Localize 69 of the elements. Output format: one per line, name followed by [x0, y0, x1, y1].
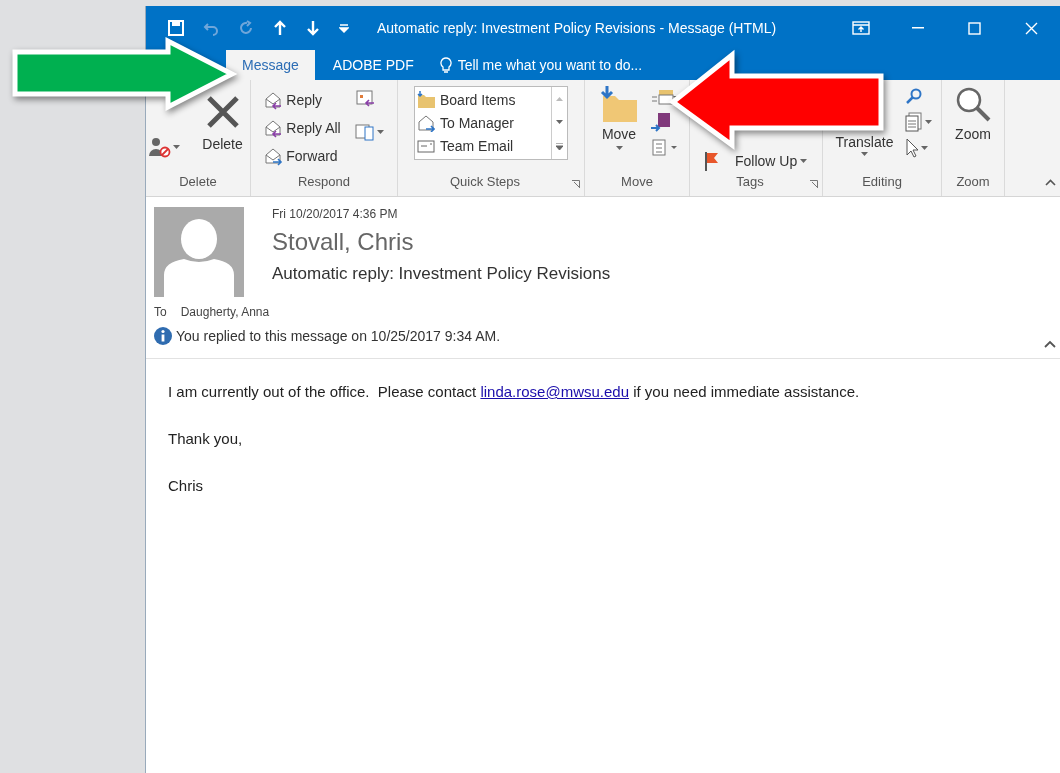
- caret-icon[interactable]: [925, 120, 933, 124]
- ribbon-button[interactable]: Reply: [264, 86, 341, 114]
- flag-icon: [704, 151, 718, 171]
- quick-steps-gallery[interactable]: Board Items To Manager Team Email: [414, 86, 568, 160]
- quick-step-item[interactable]: To Manager: [417, 111, 549, 135]
- ribbon-button[interactable]: Reply All: [264, 114, 341, 142]
- group-label: Delete: [179, 174, 217, 191]
- lightbulb-icon: [439, 56, 452, 74]
- maximize-icon: [968, 21, 981, 35]
- folder-icon: [417, 91, 435, 110]
- message-subject: Automatic reply: Investment Policy Revisions: [272, 264, 611, 284]
- up-arrow-icon[interactable]: [273, 20, 287, 36]
- customize-icon[interactable]: [339, 23, 349, 33]
- folder-icon: [599, 86, 639, 122]
- ribbon-button[interactable]: Forward: [264, 142, 341, 170]
- minimize-icon: [911, 27, 924, 29]
- recipient-name[interactable]: Daugherty, Anna: [180, 305, 270, 319]
- delete-x-icon: [204, 94, 241, 130]
- window-title: Automatic reply: Investment Policy Revisions - Message (HTML): [376, 20, 778, 36]
- quick-step-item[interactable]: Board Items: [417, 89, 549, 112]
- caret-icon[interactable]: [173, 145, 181, 149]
- body-text: Thank you,: [168, 429, 244, 449]
- body-text: Chris: [168, 476, 204, 496]
- group-label: Editing: [862, 174, 902, 191]
- forward-icon: [264, 146, 284, 166]
- zoom-button[interactable]: Zoom: [951, 86, 995, 142]
- reply-all-icon: [264, 118, 284, 138]
- magnifier-icon: [955, 86, 991, 122]
- ribbon-tab[interactable]: Message: [226, 50, 315, 80]
- caret-icon[interactable]: [921, 146, 929, 150]
- meeting-reply-icon[interactable]: [354, 88, 375, 108]
- caret-icon[interactable]: [861, 152, 868, 156]
- envelope-icon: [417, 114, 435, 132]
- scroll-down-icon[interactable]: [556, 119, 563, 124]
- caret-icon[interactable]: [376, 130, 384, 134]
- info-message: You replied to this message on 10/25/2017 9:34 AM.: [176, 328, 501, 344]
- email-link[interactable]: linda.rose@mwsu.edu: [480, 383, 630, 400]
- group-label: Respond: [297, 174, 350, 191]
- delete-button[interactable]: Delete: [198, 94, 247, 152]
- body-text: I am currently out of the office. Please contact linda.rose@mwsu.edu if you need immediate assistance.: [168, 382, 861, 402]
- group-label: Zoom: [956, 174, 990, 191]
- close-icon: [1025, 21, 1038, 35]
- dialog-launcher-icon[interactable]: [810, 180, 818, 188]
- group-label: Tags: [735, 174, 765, 191]
- tell-me-field[interactable]: Tell me what you want to do...: [457, 57, 643, 73]
- down-arrow-icon[interactable]: [306, 20, 320, 36]
- translate-button[interactable]: Translate: [831, 134, 898, 156]
- move-button[interactable]: Move: [595, 86, 643, 150]
- caret-icon[interactable]: [800, 159, 808, 163]
- group-label: Quick Steps: [448, 174, 522, 191]
- collapse-ribbon-icon[interactable]: [1045, 179, 1056, 186]
- group-label: Move: [621, 174, 653, 191]
- sent-date: Fri 10/20/2017 4:36 PM: [272, 207, 399, 221]
- ribbon-display-icon: [851, 21, 870, 35]
- follow-up-button[interactable]: Follow Up: [704, 150, 808, 172]
- quick-step-item[interactable]: Team Email: [417, 134, 549, 157]
- collapse-header-icon[interactable]: [1044, 340, 1056, 348]
- to-label: To: [154, 305, 167, 319]
- dialog-launcher-icon[interactable]: [572, 180, 580, 188]
- select-cursor-icon[interactable]: [905, 138, 920, 158]
- caret-icon[interactable]: [615, 146, 623, 150]
- sender-name: Stovall, Chris: [272, 228, 415, 256]
- junk-icon[interactable]: [149, 136, 172, 158]
- ribbon-tab[interactable]: ADOBE PDF: [316, 50, 430, 80]
- save-icon[interactable]: [168, 20, 184, 36]
- reply-icon: [264, 90, 284, 110]
- search-icon[interactable]: [905, 88, 924, 106]
- gallery-more-icon[interactable]: [556, 142, 563, 150]
- info-icon: [154, 327, 172, 345]
